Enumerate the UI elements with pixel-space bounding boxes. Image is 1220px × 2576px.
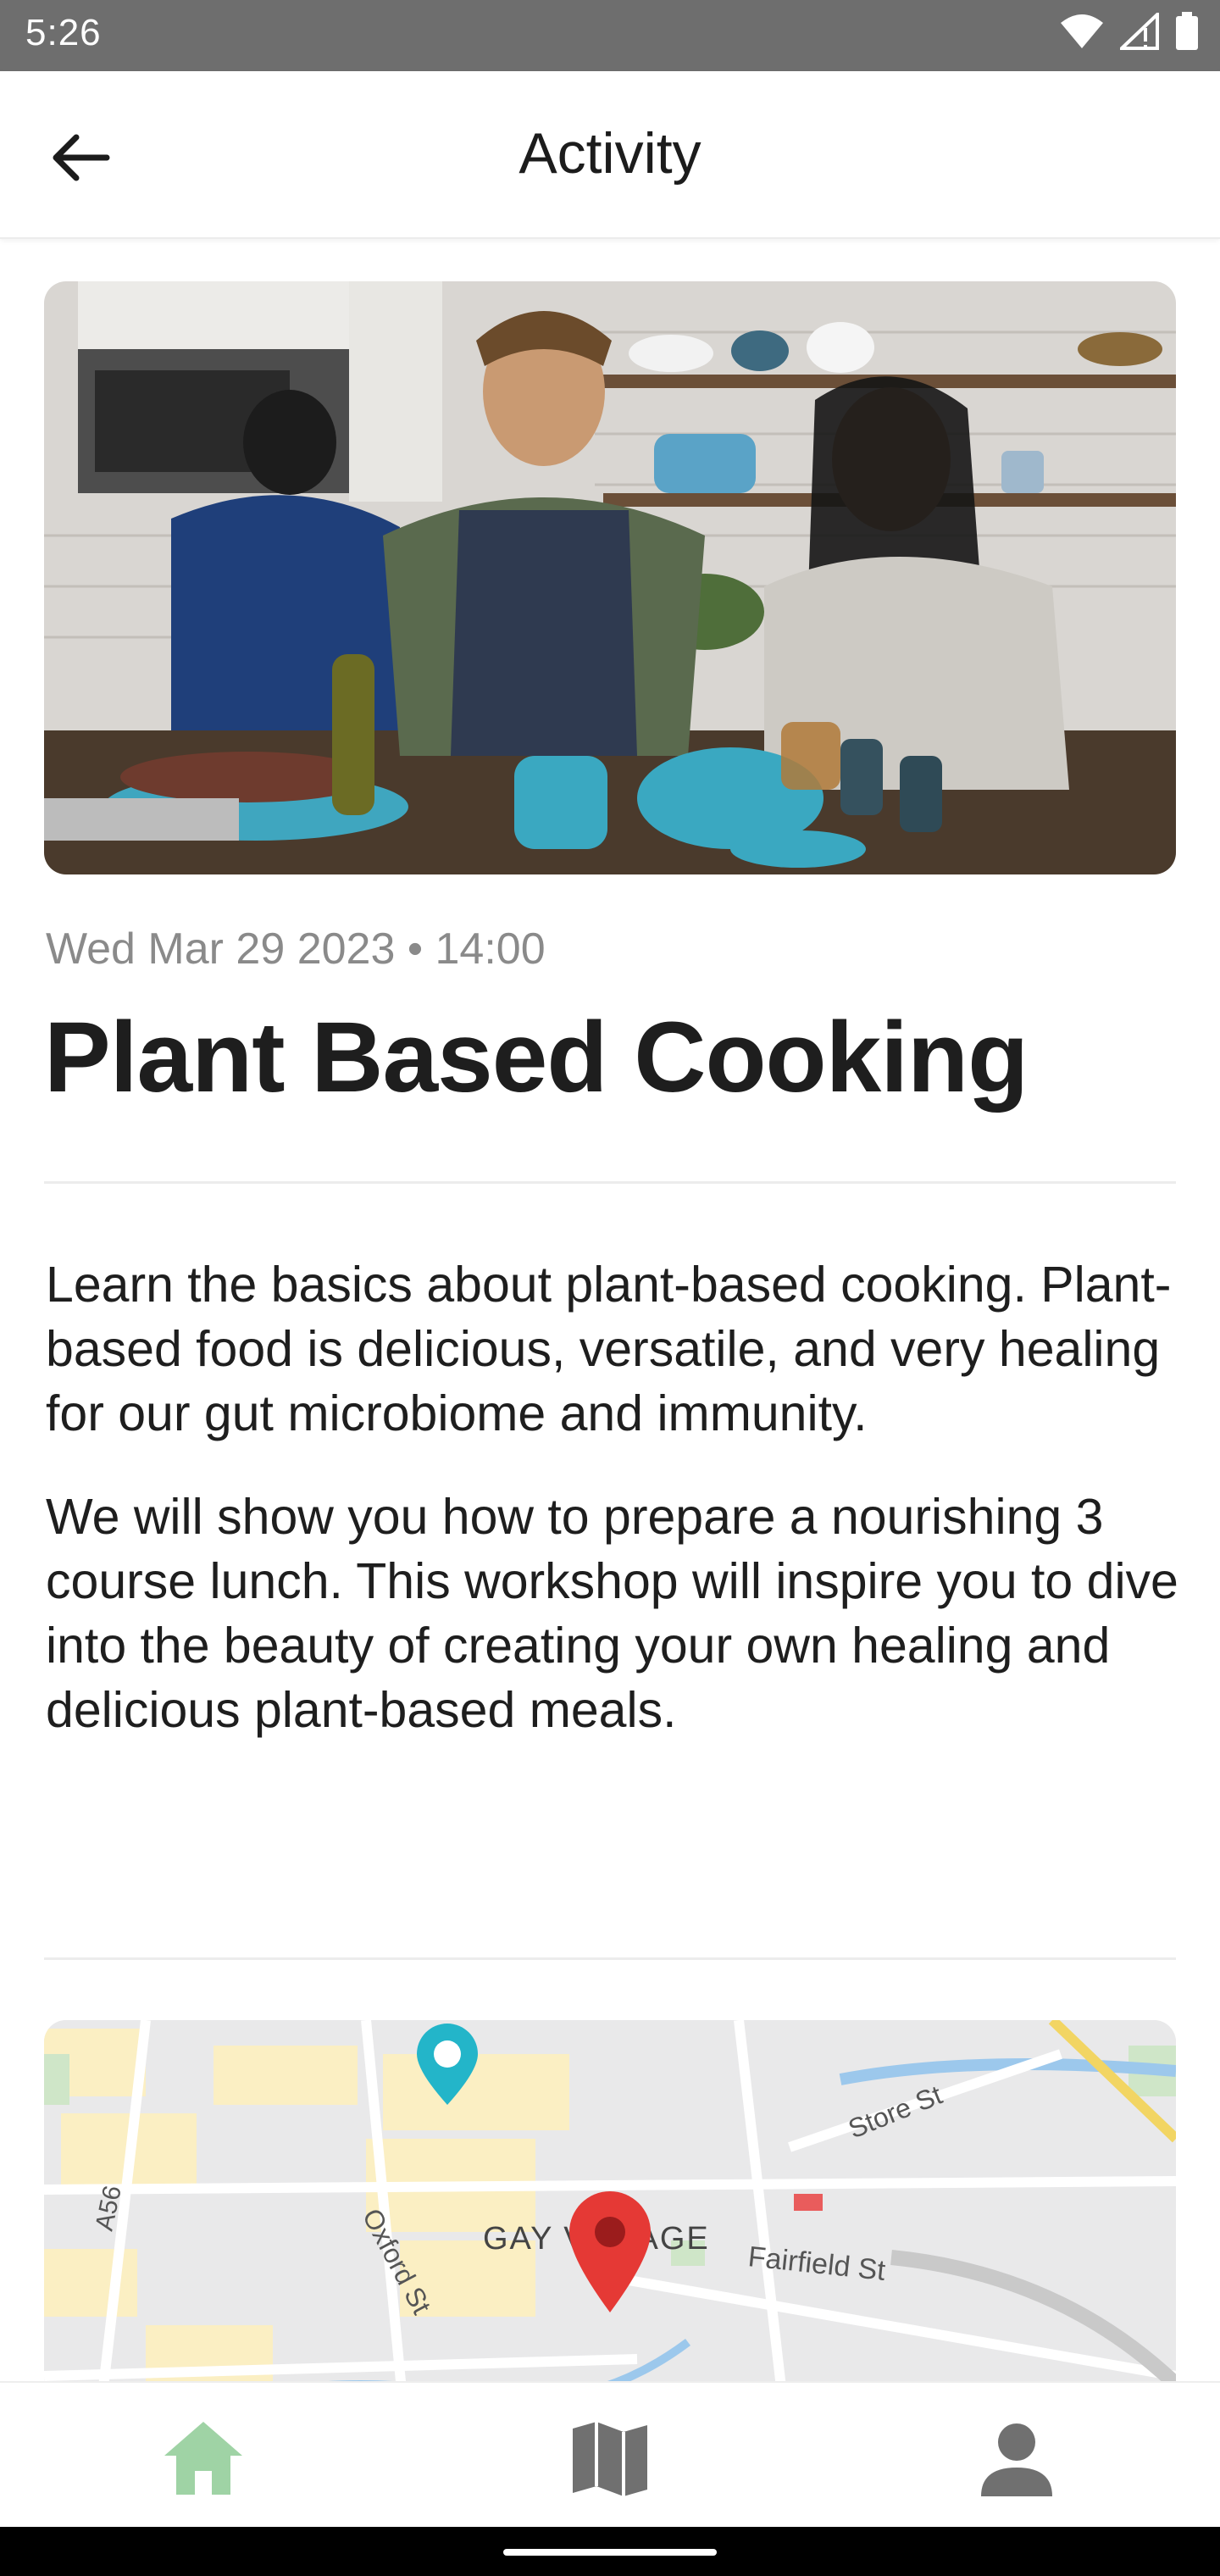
app-bar: Activity (0, 71, 1220, 239)
status-bar: 5:26 (0, 0, 1220, 71)
event-datetime: Wed Mar 29 2023 • 14:00 (46, 924, 546, 974)
wifi-icon (1059, 13, 1105, 50)
page-title: Activity (518, 121, 702, 186)
bottom-navigation (0, 2381, 1220, 2529)
map-icon (573, 2422, 647, 2496)
description-paragraph: Learn the basics about plant-based cooki… (46, 1257, 1172, 1441)
nav-profile-button[interactable] (974, 2417, 1059, 2501)
event-description: Learn the basics about plant-based cooki… (46, 1252, 1181, 1742)
divider (44, 1957, 1176, 1960)
person-icon (981, 2423, 1052, 2496)
home-icon (164, 2422, 242, 2495)
gesture-bar (0, 2527, 1220, 2576)
nav-home-button[interactable] (161, 2417, 246, 2501)
train-station-icon (794, 2194, 823, 2211)
signal-icon (1120, 13, 1159, 50)
home-indicator[interactable] (503, 2549, 717, 2556)
status-time: 5:26 (25, 12, 102, 53)
event-title: Plant Based Cooking (44, 1002, 1029, 1113)
divider (44, 1181, 1176, 1184)
description-paragraph: We will show you how to prepare a nouris… (46, 1489, 1178, 1738)
event-image (44, 281, 1176, 874)
nav-map-button[interactable] (568, 2417, 652, 2501)
battery-icon (1174, 12, 1200, 51)
